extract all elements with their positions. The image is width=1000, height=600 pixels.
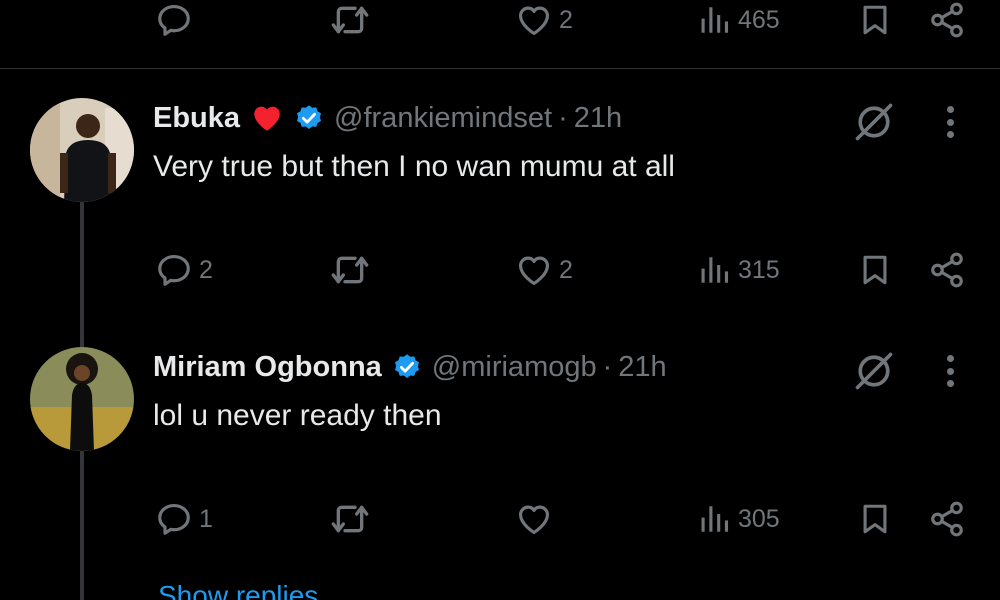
display-name[interactable]: Miriam Ogbonna — [153, 351, 382, 384]
separator: · — [602, 350, 613, 383]
grok-button[interactable] — [852, 349, 896, 393]
views-button[interactable]: 465 — [698, 0, 780, 42]
avatar[interactable] — [30, 347, 134, 451]
verified-badge-icon — [294, 103, 324, 133]
bookmark-icon — [858, 253, 892, 287]
share-button[interactable] — [928, 248, 966, 292]
view-count: 465 — [738, 5, 780, 34]
reply-button[interactable]: 1 — [155, 497, 213, 541]
reply-tweet[interactable]: Ebuka @frankiemindset · 21h Very true bu… — [0, 98, 1000, 348]
tweet-text: Very true but then I no wan mumu at all — [153, 150, 675, 183]
repost-button[interactable] — [330, 248, 376, 292]
more-options-button[interactable] — [938, 351, 962, 391]
handle[interactable]: @frankiemindset — [334, 102, 552, 135]
heart-icon — [515, 1, 553, 39]
action-bar-top: 2 465 — [0, 0, 1000, 42]
grok-button[interactable] — [852, 100, 896, 144]
grok-icon — [852, 100, 896, 144]
like-count: 2 — [559, 5, 573, 34]
action-bar: 2 2 315 — [0, 248, 1000, 292]
reply-icon — [155, 500, 193, 538]
share-button[interactable] — [928, 0, 966, 42]
heart-icon — [515, 251, 553, 289]
reply-count: 2 — [199, 255, 213, 284]
reply-count: 1 — [199, 504, 213, 533]
divider — [0, 68, 1000, 69]
timestamp[interactable]: 21h — [574, 102, 622, 135]
heart-emoji-icon — [254, 106, 280, 131]
repost-icon — [330, 0, 370, 40]
bookmark-button[interactable] — [858, 248, 892, 292]
views-icon — [698, 3, 732, 37]
bookmark-icon — [858, 502, 892, 536]
like-button[interactable]: 2 — [515, 248, 573, 292]
thread-line — [80, 580, 84, 600]
more-options-button[interactable] — [938, 102, 962, 142]
views-button[interactable]: 315 — [698, 248, 780, 292]
share-button[interactable] — [928, 497, 966, 541]
bookmark-button[interactable] — [858, 0, 892, 42]
reply-tweet[interactable]: Miriam Ogbonna @miriamogb · 21h lol u ne… — [0, 347, 1000, 597]
timestamp[interactable]: 21h — [618, 351, 666, 384]
repost-icon — [330, 250, 370, 290]
heart-icon — [515, 500, 553, 538]
views-button[interactable]: 305 — [698, 497, 780, 541]
share-icon — [928, 500, 966, 538]
share-icon — [928, 1, 966, 39]
share-icon — [928, 251, 966, 289]
views-icon — [698, 502, 732, 536]
like-count: 2 — [559, 255, 573, 284]
grok-icon — [852, 349, 896, 393]
repost-icon — [330, 499, 370, 539]
handle[interactable]: @miriamogb — [432, 351, 597, 384]
display-name[interactable]: Ebuka — [153, 102, 240, 135]
repost-button[interactable] — [330, 497, 376, 541]
action-bar: 1 305 — [0, 497, 1000, 541]
reply-icon — [155, 251, 193, 289]
reply-button[interactable]: 2 — [155, 248, 213, 292]
tweet-text: lol u never ready then — [153, 399, 442, 432]
show-replies-link[interactable]: Show replies — [158, 580, 318, 600]
repost-button[interactable] — [330, 0, 376, 42]
like-button[interactable] — [515, 497, 559, 541]
bookmark-button[interactable] — [858, 497, 892, 541]
tweet-header: Miriam Ogbonna @miriamogb · 21h — [153, 349, 667, 385]
verified-badge-icon — [392, 352, 422, 382]
bookmark-icon — [858, 3, 892, 37]
view-count: 305 — [738, 504, 780, 533]
reply-button[interactable] — [155, 0, 199, 42]
separator: · — [558, 101, 568, 134]
view-count: 315 — [738, 255, 780, 284]
views-icon — [698, 253, 732, 287]
avatar[interactable] — [30, 98, 134, 202]
reply-icon — [155, 1, 193, 39]
tweet-header: Ebuka @frankiemindset · 21h — [153, 100, 622, 136]
like-button[interactable]: 2 — [515, 0, 573, 42]
